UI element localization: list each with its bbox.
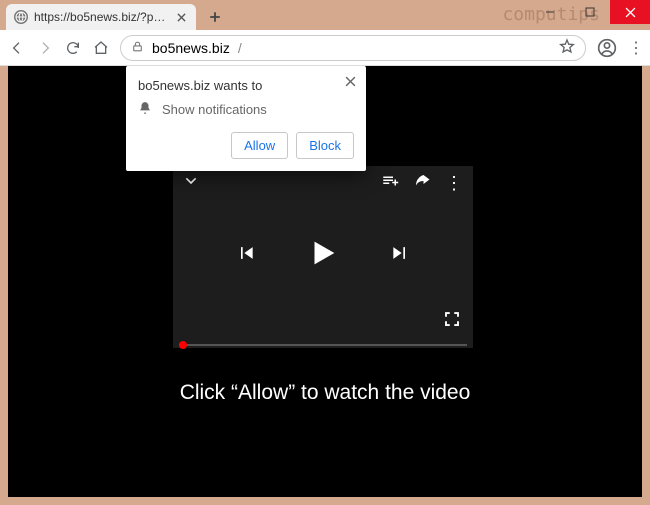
browser-window: https://bo5news.biz/?p=ge2wen computips <box>0 0 650 505</box>
share-icon[interactable] <box>413 172 431 195</box>
prompt-origin: bo5news.biz wants to <box>138 78 354 93</box>
tab-title: https://bo5news.biz/?p=ge2wen <box>34 10 168 24</box>
new-tab-button[interactable] <box>202 4 228 30</box>
chevron-down-icon[interactable] <box>183 173 199 194</box>
bell-icon <box>138 101 152 118</box>
window-controls <box>530 0 650 24</box>
notification-permission-prompt: bo5news.biz wants to Show notifications … <box>126 66 366 171</box>
next-track-icon[interactable] <box>390 243 410 268</box>
video-player: ⋮ <box>173 166 473 348</box>
previous-track-icon[interactable] <box>236 243 256 268</box>
url-path: / <box>238 40 242 56</box>
prompt-permission-label: Show notifications <box>162 102 267 117</box>
fullscreen-icon[interactable] <box>443 310 461 333</box>
lock-icon <box>131 40 144 56</box>
allow-button[interactable]: Allow <box>231 132 288 159</box>
forward-button[interactable] <box>36 39 54 57</box>
playlist-add-icon[interactable] <box>381 172 399 195</box>
home-button[interactable] <box>92 39 110 57</box>
block-button[interactable]: Block <box>296 132 354 159</box>
toolbar: bo5news.biz / ⋮ <box>0 30 650 66</box>
kebab-icon[interactable]: ⋮ <box>445 173 463 194</box>
page-caption: Click “Allow” to watch the video <box>8 381 642 405</box>
close-prompt-icon[interactable] <box>342 74 358 90</box>
progress-bar[interactable] <box>179 344 467 346</box>
browser-menu-icon[interactable]: ⋮ <box>628 38 642 58</box>
minimize-button[interactable] <box>530 0 570 24</box>
play-button[interactable] <box>306 236 340 275</box>
bookmark-icon[interactable] <box>559 38 575 57</box>
window-close-button[interactable] <box>610 0 650 24</box>
tabstrip: https://bo5news.biz/?p=ge2wen <box>0 0 530 30</box>
url-domain: bo5news.biz <box>152 40 230 56</box>
back-button[interactable] <box>8 39 26 57</box>
maximize-button[interactable] <box>570 0 610 24</box>
reload-button[interactable] <box>64 39 82 57</box>
titlebar: https://bo5news.biz/?p=ge2wen computips <box>0 0 650 30</box>
address-bar[interactable]: bo5news.biz / <box>120 35 586 61</box>
browser-tab[interactable]: https://bo5news.biz/?p=ge2wen <box>6 4 196 30</box>
page-viewport: bo5news.biz wants to Show notifications … <box>8 66 642 497</box>
profile-icon[interactable] <box>596 37 618 59</box>
globe-icon <box>14 10 28 24</box>
close-tab-icon[interactable] <box>174 10 188 24</box>
